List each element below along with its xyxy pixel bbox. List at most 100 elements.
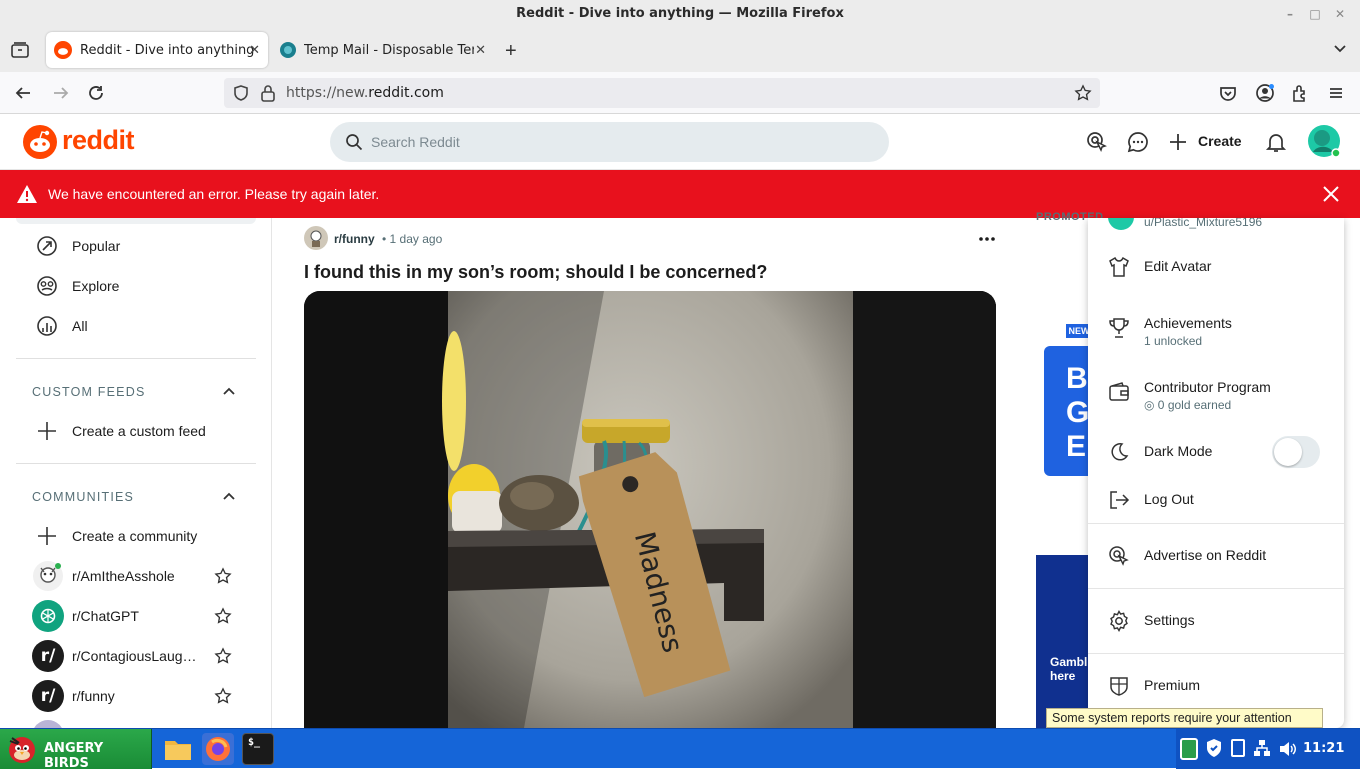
post-image[interactable]: Madness (304, 291, 996, 728)
minimize-icon[interactable]: – (1283, 7, 1297, 21)
lock-icon[interactable] (260, 84, 276, 102)
tracking-protection-icon[interactable] (232, 84, 250, 102)
menu-item-contributor-program[interactable]: Contributor Program ◎ 0 gold earned (1088, 368, 1344, 416)
search-input[interactable]: Search Reddit (330, 122, 889, 162)
avatar[interactable] (1307, 124, 1341, 158)
file-manager-icon[interactable] (162, 733, 194, 765)
menu-username[interactable]: u/Plastic_Mixture5196 (1144, 218, 1262, 229)
post-title[interactable]: I found this in my son’s room; should I … (304, 262, 767, 283)
create-button[interactable] (1168, 132, 1188, 152)
advertise-icon[interactable] (1086, 131, 1108, 153)
clock[interactable]: 11:21 (1303, 741, 1344, 756)
tab-label: Reddit - Dive into anything (80, 42, 255, 58)
notifications-bell-icon[interactable] (1265, 131, 1287, 153)
post-subreddit-link[interactable]: r/funny (334, 232, 375, 246)
moon-icon (1108, 441, 1130, 463)
close-banner-icon[interactable] (1322, 185, 1340, 203)
back-icon[interactable] (12, 82, 34, 104)
plus-icon (1170, 134, 1186, 150)
clipboard-icon[interactable] (1180, 738, 1198, 760)
forward-icon[interactable] (50, 82, 72, 104)
system-tooltip: Some system reports require your attenti… (1046, 708, 1323, 728)
advertise-icon (1108, 545, 1130, 567)
menu-item-dark-mode[interactable]: Dark Mode (1088, 432, 1344, 472)
community-item[interactable]: r/ r/ContagiousLaughter (32, 640, 242, 672)
user-menu: u/Plastic_Mixture5196 Edit Avatar Achiev… (1088, 218, 1344, 728)
plus-icon (38, 422, 56, 440)
close-tab-icon[interactable]: ✕ (249, 43, 260, 58)
all-icon (37, 316, 57, 336)
maximize-icon[interactable]: □ (1308, 7, 1322, 21)
list-tabs-icon[interactable] (1332, 40, 1348, 56)
subreddit-avatar[interactable] (304, 226, 328, 250)
navigation-bar: https://new.reddit.com (0, 72, 1360, 114)
reddit-wordmark[interactable]: reddit (62, 125, 135, 156)
dark-mode-toggle[interactable] (1272, 436, 1320, 468)
sidebar-item-popular[interactable]: Popular (36, 234, 120, 258)
create-custom-feed-button[interactable]: Create a custom feed (36, 419, 206, 443)
search-placeholder: Search Reddit (371, 134, 460, 150)
menu-item-edit-avatar[interactable]: Edit Avatar (1088, 247, 1344, 287)
menu-hamburger-icon[interactable] (1325, 82, 1347, 104)
favorite-star-icon[interactable] (214, 647, 232, 665)
community-item[interactable]: r/ChatGPT (32, 600, 242, 632)
post-timestamp: • 1 day ago (382, 232, 443, 246)
reload-icon[interactable] (85, 82, 107, 104)
menu-item-achievements[interactable]: Achievements 1 unlocked (1088, 304, 1344, 352)
account-icon[interactable] (1254, 82, 1276, 104)
url-text: https://new.reddit.com (286, 85, 444, 101)
favorite-star-icon[interactable] (214, 687, 232, 705)
chevron-up-icon[interactable] (222, 489, 236, 503)
window-titlebar: Reddit - Dive into anything — Mozilla Fi… (0, 0, 1360, 28)
wallet-icon (1108, 381, 1130, 403)
promoted-ad[interactable]: Gambl here (1036, 555, 1096, 728)
custom-feeds-heading[interactable]: CUSTOM FEEDS (32, 385, 146, 399)
sidebar-item-explore[interactable]: Explore (36, 274, 119, 298)
volume-icon[interactable] (1278, 740, 1296, 758)
new-tab-icon[interactable]: + (505, 40, 517, 63)
favorite-star-icon[interactable] (214, 607, 232, 625)
menu-item-log-out[interactable]: Log Out (1088, 480, 1344, 520)
favorite-star-icon[interactable] (214, 567, 232, 585)
temp-mail-favicon-icon (280, 42, 296, 58)
network-icon[interactable] (1253, 739, 1271, 757)
menu-item-advertise[interactable]: Advertise on Reddit (1088, 536, 1344, 576)
extensions-icon[interactable] (1289, 82, 1311, 104)
communities-heading[interactable]: COMMUNITIES (32, 490, 134, 504)
tab-reddit[interactable]: Reddit - Dive into anything ✕ (46, 32, 268, 68)
community-avatar (32, 600, 64, 632)
community-item[interactable]: r/AmItheAsshole (32, 560, 242, 592)
community-item[interactable]: r/ r/funny (32, 680, 242, 712)
security-shield-icon[interactable] (1205, 738, 1223, 758)
reddit-logo-icon[interactable] (23, 125, 57, 159)
pocket-icon[interactable] (1217, 82, 1239, 104)
sidebar-item-all[interactable]: All (36, 314, 88, 338)
menu-item-settings[interactable]: Settings (1088, 601, 1344, 641)
close-window-icon[interactable]: ✕ (1333, 7, 1347, 21)
create-community-button[interactable]: Create a community (36, 524, 197, 548)
chevron-up-icon[interactable] (222, 384, 236, 398)
menu-divider (1088, 588, 1344, 589)
chat-icon[interactable] (1127, 131, 1149, 153)
tab-temp-mail[interactable]: Temp Mail - Disposable Tem ✕ (272, 32, 494, 68)
reddit-favicon-icon (54, 41, 72, 59)
firefox-taskbar-icon[interactable] (202, 733, 234, 765)
more-options-icon[interactable] (978, 230, 996, 248)
close-tab-icon[interactable]: ✕ (475, 43, 486, 58)
trophy-icon (1108, 317, 1130, 339)
start-button[interactable]: ANGERY BIRDS (0, 729, 152, 771)
tab-overview-icon[interactable] (10, 40, 30, 60)
updates-icon[interactable] (1231, 739, 1245, 757)
community-avatar (32, 560, 64, 592)
url-bar[interactable]: https://new.reddit.com (224, 78, 1100, 108)
log-out-icon (1108, 489, 1130, 511)
community-avatar: r/ (32, 640, 64, 672)
shirt-icon (1108, 256, 1130, 278)
community-avatar (32, 720, 64, 728)
sidebar-active-item-edge (16, 218, 256, 224)
terminal-icon[interactable]: $_ (242, 733, 274, 765)
menu-item-premium[interactable]: Premium (1088, 666, 1344, 706)
bookmark-star-icon[interactable] (1074, 84, 1092, 102)
create-label[interactable]: Create (1198, 133, 1242, 149)
menu-avatar (1108, 218, 1134, 230)
